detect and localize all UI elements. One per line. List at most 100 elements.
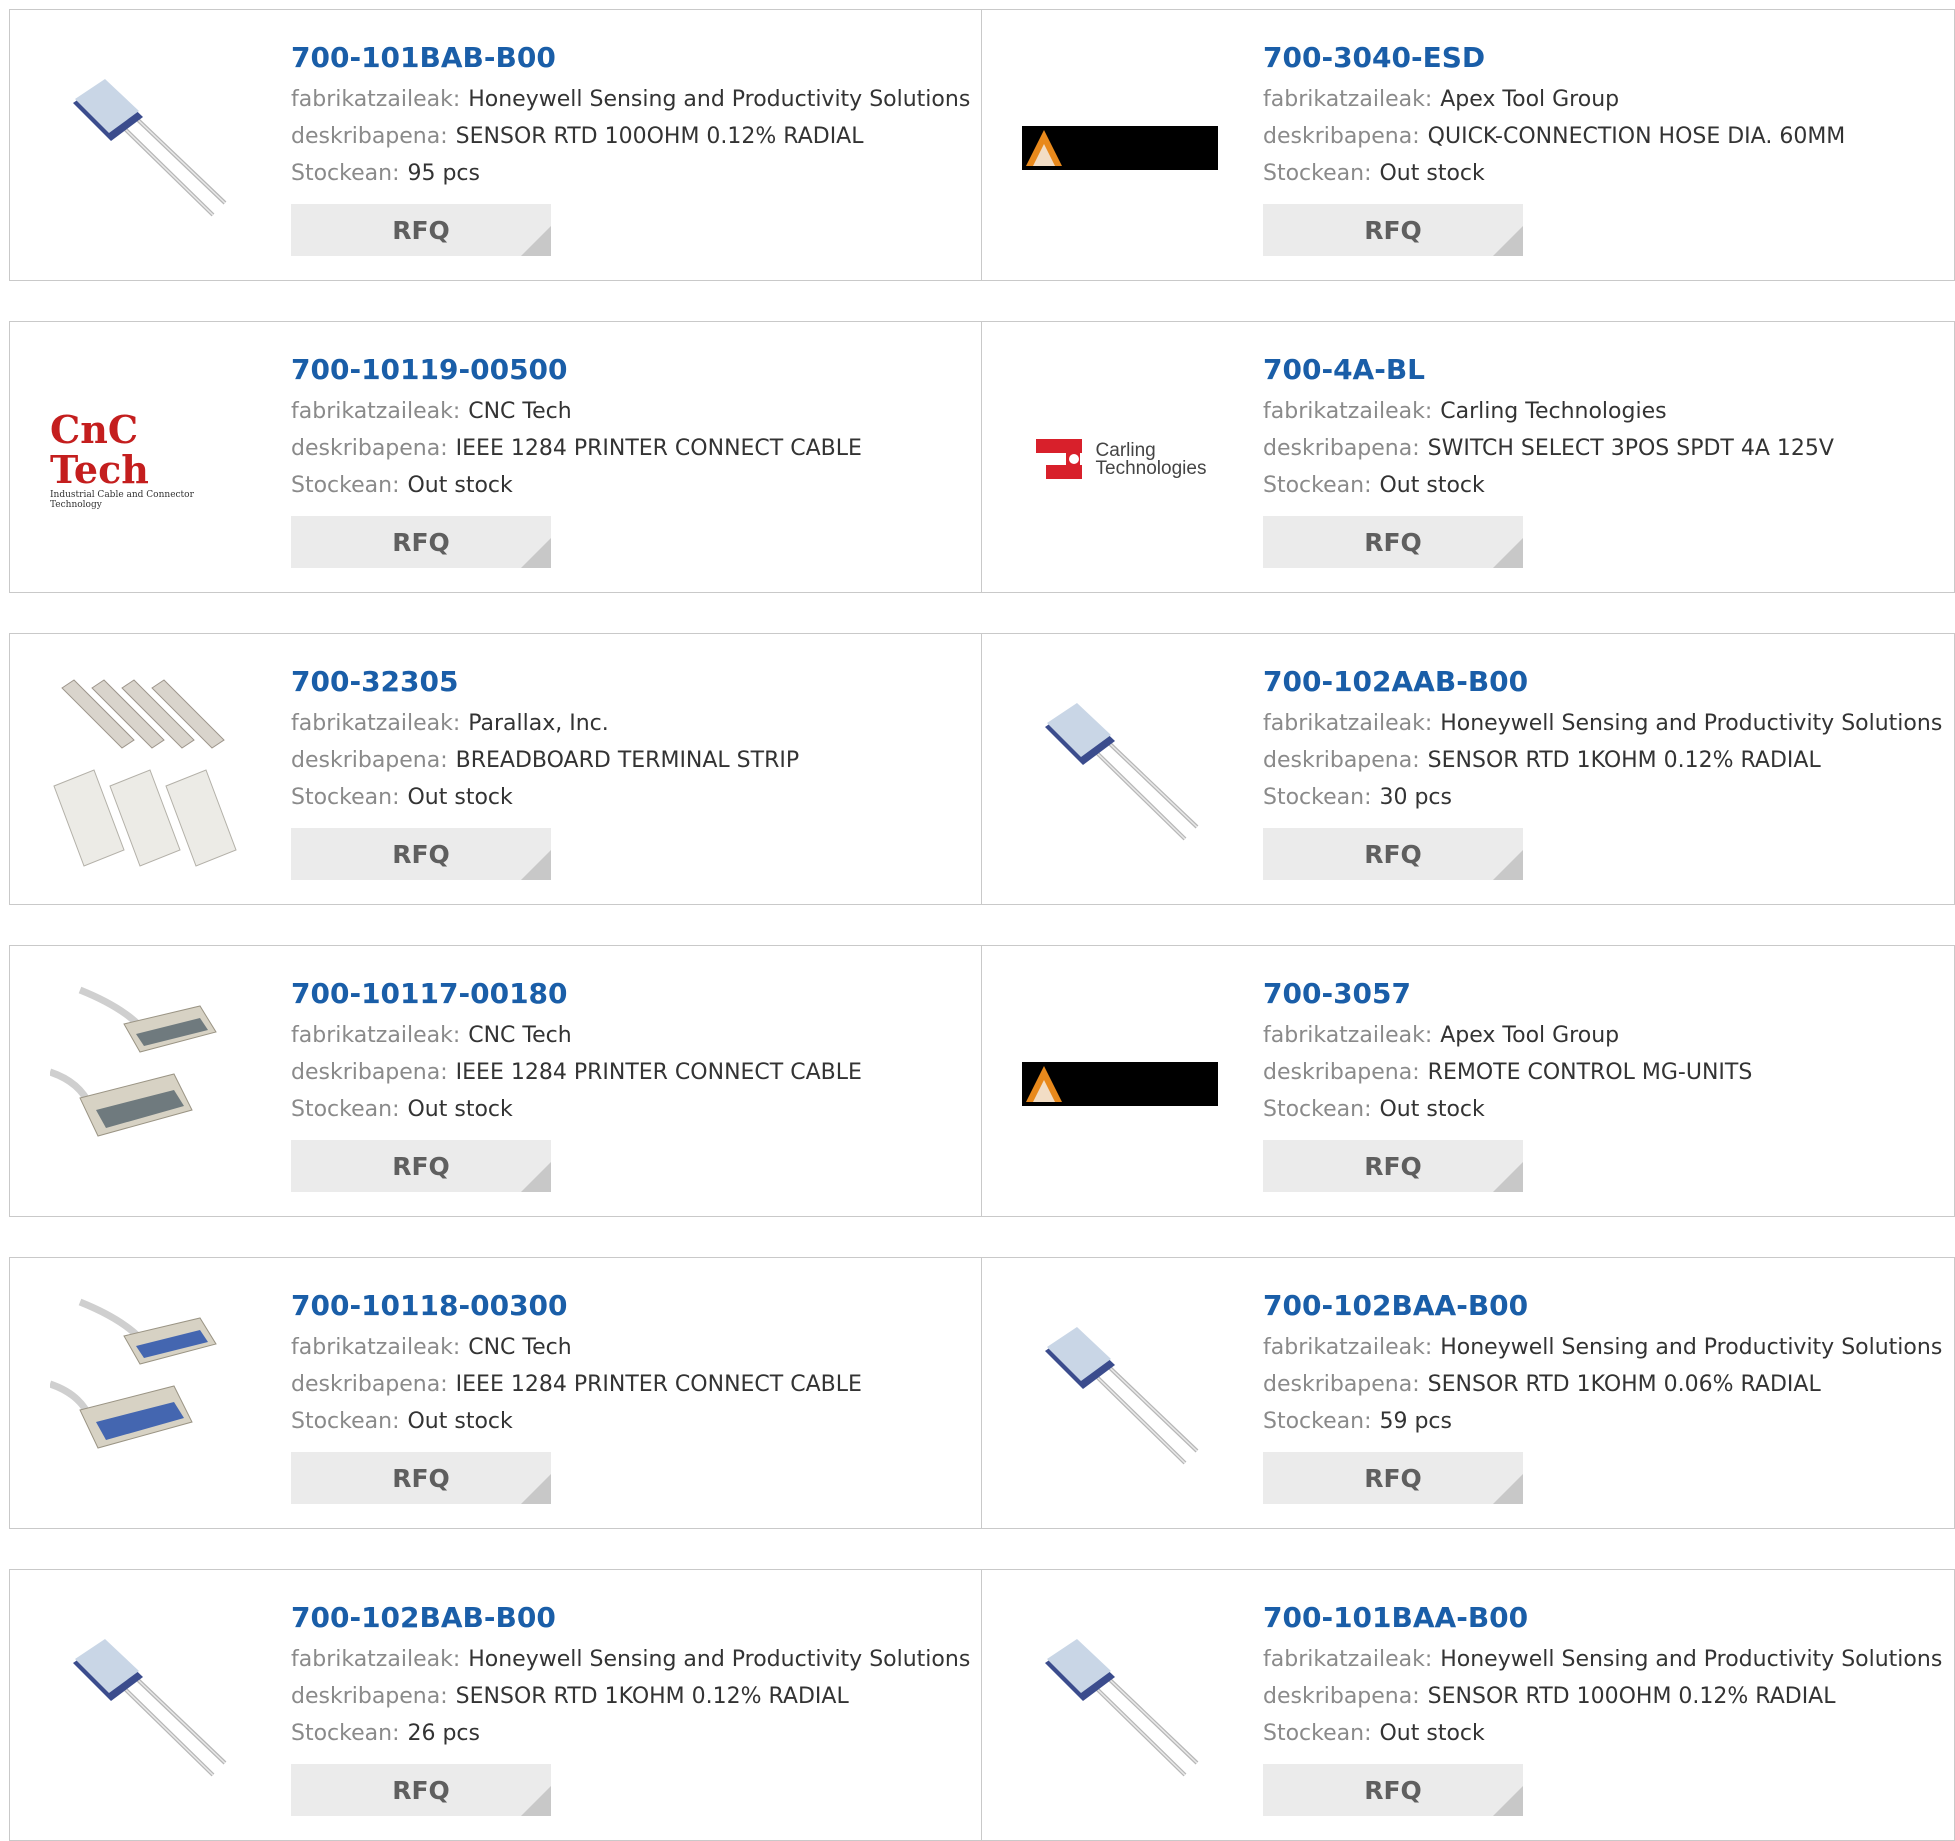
rtd-sensor-image[interactable] xyxy=(1022,1610,1218,1806)
manufacturer-value: Honeywell Sensing and Productivity Solut… xyxy=(1440,711,1943,736)
part-number-link[interactable]: 700-3040-ESD xyxy=(1263,40,1943,76)
rtd-sensor-icon xyxy=(1045,1639,1199,1777)
manufacturer-row: fabrikatzaileak: Honeywell Sensing and Pr… xyxy=(291,1641,971,1678)
rtd-sensor-icon xyxy=(1045,1327,1199,1465)
part-number-link[interactable]: 700-10117-00180 xyxy=(291,976,971,1012)
description-value: IEEE 1284 PRINTER CONNECT CABLE xyxy=(455,1060,862,1085)
stock-value: Out stock xyxy=(407,785,513,810)
rfq-button[interactable]: RFQ xyxy=(1263,1764,1523,1816)
rfq-button-label: RFQ xyxy=(392,839,450,869)
description-value: SENSOR RTD 1KOHM 0.06% RADIAL xyxy=(1427,1372,1821,1397)
description-row: deskribapena: SENSOR RTD 100OHM 0.12% RAD… xyxy=(291,118,971,155)
part-number-link[interactable]: 700-4A-BL xyxy=(1263,352,1943,388)
stock-value: 26 pcs xyxy=(407,1721,480,1746)
stock-row: Stockean: Out stock xyxy=(291,1403,971,1440)
stock-value: Out stock xyxy=(407,1409,513,1434)
product-card-right: 700-3040-ESD fabrikatzaileak: Apex Tool G… xyxy=(982,10,1954,280)
db25-cable-image[interactable] xyxy=(50,986,246,1182)
stock-value: Out stock xyxy=(407,473,513,498)
product-card-right: 700-3057 fabrikatzaileak: Apex Tool Group… xyxy=(982,946,1954,1216)
manufacturer-value: Apex Tool Group xyxy=(1440,87,1620,112)
manufacturer-label: fabrikatzaileak: xyxy=(1263,1023,1433,1048)
manufacturer-label: fabrikatzaileak: xyxy=(291,399,461,424)
part-number-link[interactable]: 700-10118-00300 xyxy=(291,1288,971,1324)
stock-row: Stockean: 95 pcs xyxy=(291,155,971,192)
description-label: deskribapena: xyxy=(291,1372,448,1397)
apex-logo-icon xyxy=(1022,126,1218,170)
rfq-button[interactable]: RFQ xyxy=(1263,1452,1523,1504)
manufacturer-label: fabrikatzaileak: xyxy=(1263,87,1433,112)
stock-value: Out stock xyxy=(1379,1097,1485,1122)
rfq-corner-decoration xyxy=(521,850,551,880)
part-number-link[interactable]: 700-101BAB-B00 xyxy=(291,40,971,76)
description-label: deskribapena: xyxy=(1263,1372,1420,1397)
manufacturer-value: Parallax, Inc. xyxy=(468,711,609,736)
part-number-link[interactable]: 700-102BAB-B00 xyxy=(291,1600,971,1636)
rfq-button[interactable]: RFQ xyxy=(291,204,551,256)
product-card-left: CnC Tech Industrial Cable and Connector T… xyxy=(10,322,982,592)
product-row: 700-10117-00180 fabrikatzaileak: CNC Tech… xyxy=(9,945,1955,1217)
part-number-link[interactable]: 700-32305 xyxy=(291,664,971,700)
manufacturer-row: fabrikatzaileak: Apex Tool Group xyxy=(1263,1017,1943,1054)
breadboard-icon xyxy=(53,679,237,867)
rfq-corner-decoration xyxy=(1493,850,1523,880)
stock-value: Out stock xyxy=(407,1097,513,1122)
rfq-button-label: RFQ xyxy=(1364,215,1422,245)
rtd-sensor-image[interactable] xyxy=(1022,674,1218,870)
stock-label: Stockean: xyxy=(291,1097,400,1122)
product-row: 700-101BAB-B00 fabrikatzaileak: Honeywell… xyxy=(9,9,1955,281)
logo-line-2: Technologies xyxy=(1095,458,1207,479)
part-number-link[interactable]: 700-3057 xyxy=(1263,976,1943,1012)
cnc-tech-logo[interactable]: CnC Tech Industrial Cable and Connector T… xyxy=(50,362,246,558)
part-number-link[interactable]: 700-10119-00500 xyxy=(291,352,971,388)
stock-row: Stockean: Out stock xyxy=(1263,1091,1943,1128)
apex-logo[interactable] xyxy=(1022,986,1218,1182)
stock-label: Stockean: xyxy=(291,785,400,810)
part-number-link[interactable]: 700-102AAB-B00 xyxy=(1263,664,1943,700)
product-card-left: 700-32305 fabrikatzaileak: Parallax, Inc.… xyxy=(10,634,982,904)
stock-row: Stockean: Out stock xyxy=(291,467,971,504)
centronics-cable-image[interactable] xyxy=(50,1298,246,1494)
carling-logo[interactable]: Carling Technologies xyxy=(1022,362,1218,558)
stock-label: Stockean: xyxy=(1263,785,1372,810)
rfq-button[interactable]: RFQ xyxy=(1263,1140,1523,1192)
rfq-button-label: RFQ xyxy=(392,527,450,557)
manufacturer-label: fabrikatzaileak: xyxy=(1263,1335,1433,1360)
stock-label: Stockean: xyxy=(1263,1721,1372,1746)
product-info: 700-10119-00500 fabrikatzaileak: CNC Tech… xyxy=(291,352,971,568)
part-number-link[interactable]: 700-101BAA-B00 xyxy=(1263,1600,1943,1636)
rtd-sensor-image[interactable] xyxy=(50,1610,246,1806)
rfq-button[interactable]: RFQ xyxy=(291,828,551,880)
rfq-button[interactable]: RFQ xyxy=(291,1140,551,1192)
stock-row: Stockean: 26 pcs xyxy=(291,1715,971,1752)
manufacturer-row: fabrikatzaileak: Parallax, Inc. xyxy=(291,705,971,742)
apex-logo[interactable] xyxy=(1022,50,1218,246)
product-card-left: 700-102BAB-B00 fabrikatzaileak: Honeywell… xyxy=(10,1570,982,1840)
description-row: deskribapena: REMOTE CONTROL MG-UNITS xyxy=(1263,1054,1943,1091)
rfq-button[interactable]: RFQ xyxy=(1263,828,1523,880)
rfq-button-label: RFQ xyxy=(1364,1775,1422,1805)
description-value: SENSOR RTD 100OHM 0.12% RADIAL xyxy=(455,124,864,149)
manufacturer-row: fabrikatzaileak: Apex Tool Group xyxy=(1263,81,1943,118)
description-label: deskribapena: xyxy=(291,436,448,461)
manufacturer-row: fabrikatzaileak: Honeywell Sensing and Pr… xyxy=(291,81,971,118)
breadboard-image[interactable] xyxy=(50,674,246,870)
manufacturer-row: fabrikatzaileak: Honeywell Sensing and Pr… xyxy=(1263,1641,1943,1678)
description-label: deskribapena: xyxy=(1263,1060,1420,1085)
rtd-sensor-image[interactable] xyxy=(50,50,246,246)
stock-value: Out stock xyxy=(1379,473,1485,498)
rtd-sensor-image[interactable] xyxy=(1022,1298,1218,1494)
rfq-button[interactable]: RFQ xyxy=(291,516,551,568)
manufacturer-value: CNC Tech xyxy=(468,1335,572,1360)
stock-row: Stockean: Out stock xyxy=(1263,467,1943,504)
rfq-corner-decoration xyxy=(1493,1474,1523,1504)
rfq-button[interactable]: RFQ xyxy=(1263,516,1523,568)
rfq-button[interactable]: RFQ xyxy=(291,1764,551,1816)
description-label: deskribapena: xyxy=(1263,124,1420,149)
rfq-button[interactable]: RFQ xyxy=(1263,204,1523,256)
description-label: deskribapena: xyxy=(291,1684,448,1709)
product-info: 700-10117-00180 fabrikatzaileak: CNC Tech… xyxy=(291,976,971,1192)
part-number-link[interactable]: 700-102BAA-B00 xyxy=(1263,1288,1943,1324)
rfq-button[interactable]: RFQ xyxy=(291,1452,551,1504)
rfq-corner-decoration xyxy=(521,226,551,256)
